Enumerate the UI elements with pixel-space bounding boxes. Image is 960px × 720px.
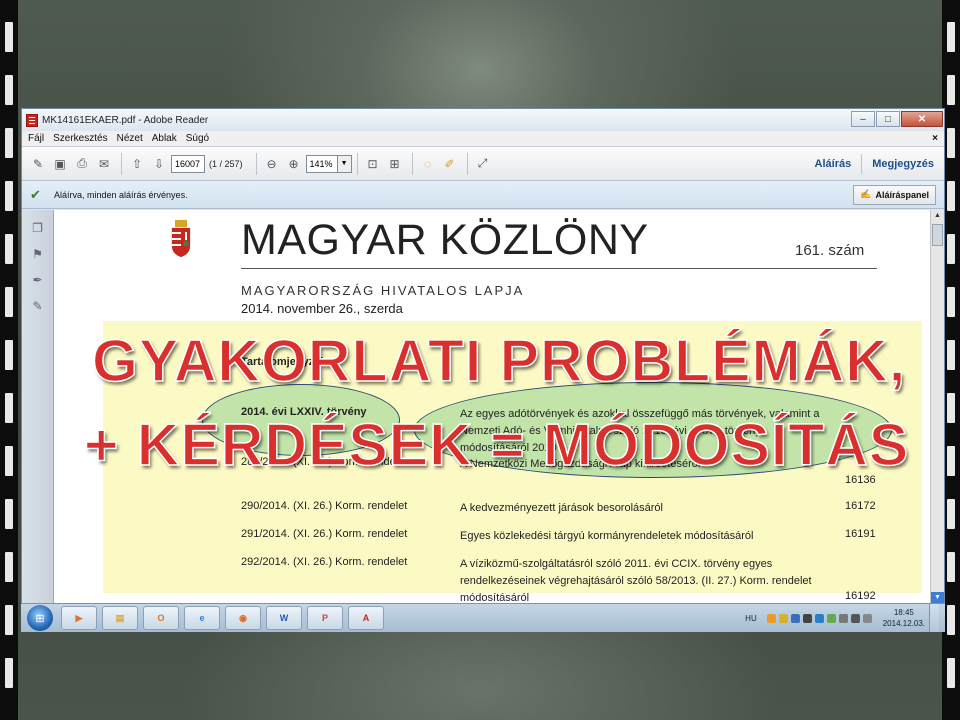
- overlay-line-1: GYAKORLATI PROBLÉMÁK,: [91, 327, 907, 395]
- tray-icon[interactable]: [790, 613, 800, 623]
- zoom-in-icon[interactable]: ⊕: [284, 154, 304, 174]
- full-screen-icon[interactable]: ⤢: [473, 154, 493, 174]
- signature-valid-icon: ✔: [30, 186, 41, 202]
- film-strip-left: [0, 0, 18, 720]
- comment-tab[interactable]: Megjegyzés: [862, 158, 944, 170]
- signature-panel-icon: ✍: [860, 189, 872, 199]
- signatures-icon[interactable]: ✒: [30, 272, 46, 288]
- menu-file[interactable]: Fájl: [28, 133, 44, 144]
- signature-message: Aláírva, minden aláírás érvényes.: [54, 189, 188, 200]
- signature-panel-label: Aláíráspanel: [875, 189, 929, 200]
- overlay-line-2: + KÉRDÉSEK = MÓDOSÍTÁS: [83, 411, 910, 479]
- window-title: MK14161EKAER.pdf - Adobe Reader: [42, 114, 209, 126]
- taskbar-word[interactable]: W: [266, 606, 302, 630]
- maximize-button[interactable]: □: [876, 111, 900, 127]
- issue-number: 161. szám: [795, 242, 865, 259]
- sign-tab[interactable]: Aláírás: [805, 158, 862, 170]
- highlight-icon[interactable]: ✐: [440, 154, 460, 174]
- hungarian-coat-of-arms-icon: [171, 220, 191, 258]
- zoom-level-input[interactable]: 141%: [305, 154, 338, 173]
- title-divider: [241, 268, 877, 269]
- document-title: MAGYAR KÖZLÖNY: [241, 216, 649, 264]
- taskbar-adobe-reader[interactable]: A: [348, 606, 384, 630]
- create-icon[interactable]: ✎: [28, 154, 48, 174]
- previous-page-icon[interactable]: ⇧: [127, 154, 147, 174]
- document-subtitle: MAGYARORSZÁG HIVATALOS LAPJA: [241, 283, 525, 298]
- save-icon[interactable]: ▣: [50, 154, 70, 174]
- zoom-out-icon[interactable]: ⊖: [262, 154, 282, 174]
- attachments-icon[interactable]: ✎: [30, 298, 46, 314]
- clock-time: 18:45: [893, 608, 914, 617]
- next-page-icon[interactable]: ⇩: [149, 154, 169, 174]
- fit-width-icon[interactable]: ⊞: [385, 154, 405, 174]
- taskbar-outlook[interactable]: O: [143, 606, 179, 630]
- taskbar-powerpoint[interactable]: P: [307, 606, 343, 630]
- signature-bar: ✔ Aláírva, minden aláírás érvényes. ✍ Al…: [22, 181, 944, 209]
- language-indicator[interactable]: HU: [745, 614, 757, 623]
- show-desktop-button[interactable]: [929, 604, 939, 632]
- page-thumbnails-icon[interactable]: ❐: [30, 220, 46, 236]
- taskbar-media-player[interactable]: ▶: [61, 606, 97, 630]
- document-date: 2014. november 26., szerda: [241, 301, 403, 316]
- scroll-up-icon[interactable]: ▲: [931, 210, 944, 222]
- volume-icon[interactable]: [862, 613, 872, 623]
- pdf-file-icon: [26, 113, 38, 127]
- scroll-thumb[interactable]: [932, 224, 943, 246]
- print-icon[interactable]: ⎙: [72, 154, 92, 174]
- start-button-icon[interactable]: ⊞: [27, 605, 53, 631]
- menu-edit[interactable]: Szerkesztés: [53, 133, 107, 144]
- comment-icon[interactable]: ◌: [418, 154, 438, 174]
- document-page: MAGYAR KÖZLÖNY 161. szám MAGYARORSZÁG HI…: [54, 210, 930, 604]
- menu-view[interactable]: Nézet: [117, 133, 143, 144]
- menu-window[interactable]: Ablak: [152, 133, 177, 144]
- tray-icon[interactable]: [826, 613, 836, 623]
- close-document-button[interactable]: ×: [932, 133, 938, 144]
- network-icon[interactable]: [850, 613, 860, 623]
- menu-bar: Fájl Szerkesztés Nézet Ablak Súgó ×: [22, 131, 944, 147]
- tray-icon[interactable]: [814, 613, 824, 623]
- page-number-input[interactable]: 16007: [171, 154, 205, 173]
- vertical-scrollbar[interactable]: ▲ ▼: [930, 210, 944, 604]
- menu-help[interactable]: Súgó: [186, 133, 209, 144]
- tray-icon[interactable]: [778, 613, 788, 623]
- clock[interactable]: 18:45 2014.12.03.: [883, 607, 925, 629]
- system-tray: HU 18:45 2014.12.03.: [745, 604, 945, 632]
- signature-panel-button[interactable]: ✍ Aláíráspanel: [853, 184, 936, 205]
- tray-icon[interactable]: [802, 613, 812, 623]
- title-bar: MK14161EKAER.pdf - Adobe Reader – □ ✕: [22, 109, 944, 131]
- email-icon[interactable]: ✉: [94, 154, 114, 174]
- minimize-button[interactable]: –: [851, 111, 875, 127]
- navigation-pane: ❐ ⚑ ✒ ✎: [22, 210, 54, 604]
- tray-icon[interactable]: [766, 613, 776, 623]
- clock-date: 2014.12.03.: [882, 619, 925, 628]
- close-button[interactable]: ✕: [901, 111, 943, 127]
- toolbar: ✎ ▣ ⎙ ✉ ⇧ ⇩ 16007 (1 / 257) ⊖ ⊕ 141% ▼ ⊡…: [22, 147, 944, 181]
- tray-icon[interactable]: [838, 613, 848, 623]
- zoom-dropdown-icon[interactable]: ▼: [337, 154, 352, 173]
- taskbar-explorer[interactable]: ▤: [102, 606, 138, 630]
- taskbar: ⊞ ▶ ▤ O e ◉ W P A HU 18:45 2014.12.03.: [21, 603, 945, 632]
- page-count: (1 / 257): [209, 158, 243, 169]
- fit-page-icon[interactable]: ⊡: [363, 154, 383, 174]
- taskbar-firefox[interactable]: ◉: [225, 606, 261, 630]
- taskbar-internet-explorer[interactable]: e: [184, 606, 220, 630]
- bookmarks-icon[interactable]: ⚑: [30, 246, 46, 262]
